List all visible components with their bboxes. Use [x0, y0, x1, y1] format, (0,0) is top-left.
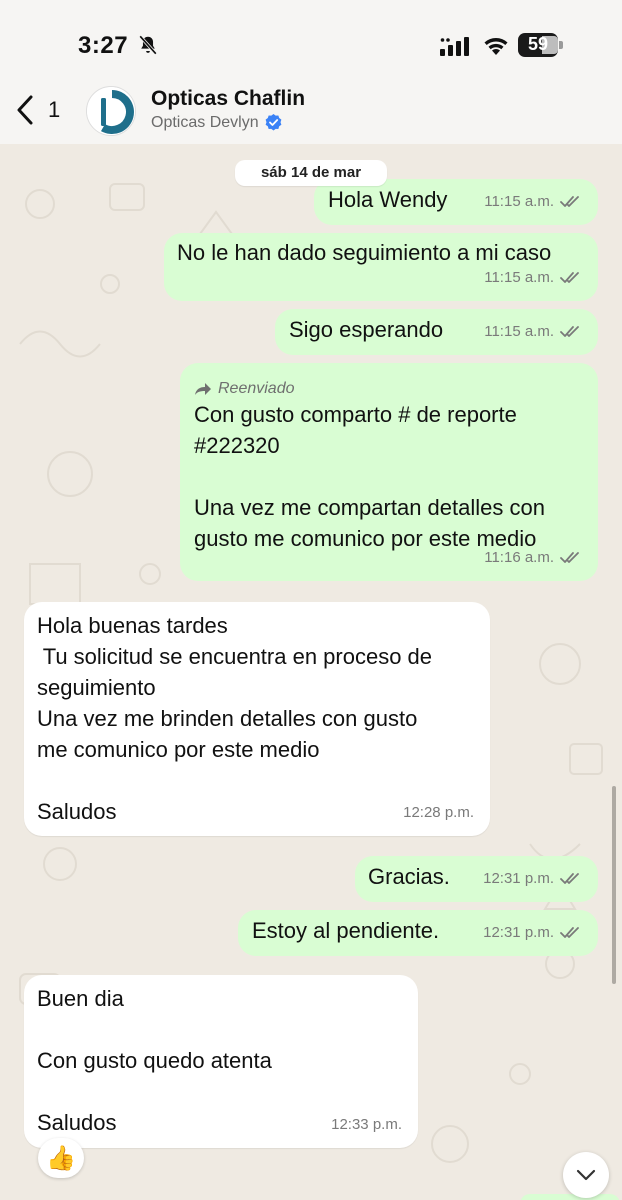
wifi-icon	[484, 38, 508, 55]
message-bubble-outgoing[interactable]: Sigo esperando 11:15 a.m.	[275, 309, 598, 355]
message-meta: 11:15 a.m.	[484, 262, 582, 293]
message-bubble-outgoing[interactable]: Gracias. 12:31 p.m.	[355, 856, 598, 902]
message-meta: 12:33 p.m.	[331, 1109, 402, 1140]
scrollbar[interactable]	[612, 786, 616, 984]
cellular-signal-icon	[440, 37, 469, 56]
contact-name[interactable]: Opticas Chaflin	[151, 87, 305, 111]
message-meta: 12:31 p.m.	[483, 917, 582, 948]
double-check-icon	[560, 272, 579, 283]
message-text: Hola buenas tardes Tu solicitud se encue…	[37, 613, 433, 824]
message-bubble-incoming[interactable]: Hola buenas tardes Tu solicitud se encue…	[24, 602, 490, 836]
message-time: 11:15 a.m.	[484, 323, 554, 340]
message-time: 11:15 a.m.	[484, 193, 554, 210]
top-bar: 3:27 59 1 Opticas Chaflin Opticas Devlyn	[0, 0, 622, 144]
message-bubble-incoming[interactable]: Buen dia Con gusto quedo atenta Saludos …	[24, 975, 418, 1148]
message-text: Sigo esperando	[289, 317, 444, 342]
double-check-icon	[560, 196, 579, 207]
contact-subtitle[interactable]: Opticas Devlyn	[151, 113, 283, 132]
message-bubble-outgoing[interactable]: No le han dado seguimiento a mi caso 11:…	[164, 233, 598, 301]
chevron-down-icon	[576, 1169, 596, 1181]
date-separator: sáb 14 de mar	[235, 160, 387, 186]
message-text: Estoy al pendiente.	[252, 918, 440, 943]
message-meta: 11:15 a.m.	[484, 316, 582, 347]
message-time: 12:31 p.m.	[483, 870, 554, 887]
chat-area[interactable]: sáb 14 de mar Hola Wendy 11:15 a.m. No l…	[0, 144, 622, 1200]
battery-icon: 59	[518, 33, 564, 57]
message-meta: 11:15 a.m.	[484, 186, 582, 217]
message-text: Gracias.	[368, 864, 450, 889]
message-time: 11:16 a.m.	[484, 549, 554, 566]
contact-avatar[interactable]	[86, 86, 136, 136]
message-text: Buen dia Con gusto quedo atenta Saludos	[37, 986, 272, 1135]
message-bubble-outgoing[interactable]: Estoy al pendiente. 12:31 p.m.	[238, 910, 598, 956]
status-time: 3:27	[78, 32, 129, 59]
bell-slash-icon	[139, 35, 157, 55]
reaction-badge[interactable]: 👍	[38, 1138, 84, 1178]
message-text: Con gusto comparto # de reporte #222320 …	[194, 402, 545, 551]
next-message-peek	[520, 1194, 620, 1200]
business-name: Opticas Devlyn	[151, 113, 259, 131]
back-button[interactable]: 1	[14, 90, 66, 130]
double-check-icon	[560, 873, 579, 884]
message-time: 11:15 a.m.	[484, 269, 554, 286]
unread-count: 1	[48, 97, 61, 122]
double-check-icon	[560, 326, 579, 337]
double-check-icon	[560, 552, 579, 563]
scroll-to-bottom-button[interactable]	[563, 1152, 609, 1198]
double-check-icon	[560, 927, 579, 938]
message-time: 12:33 p.m.	[331, 1116, 402, 1133]
message-text: Hola Wendy	[328, 187, 448, 212]
message-meta: 11:16 a.m.	[484, 542, 582, 573]
forward-arrow-icon	[195, 382, 211, 395]
message-time: 12:28 p.m.	[403, 804, 474, 821]
message-bubble-outgoing-forwarded[interactable]: Reenviado Con gusto comparto # de report…	[180, 363, 598, 581]
verified-badge-icon	[265, 113, 281, 131]
message-meta: 12:31 p.m.	[483, 863, 582, 894]
chevron-left-icon	[17, 95, 33, 125]
battery-percent: 59	[527, 34, 549, 54]
logo-icon	[87, 87, 135, 135]
message-meta: 12:28 p.m.	[403, 797, 474, 828]
message-time: 12:31 p.m.	[483, 924, 554, 941]
